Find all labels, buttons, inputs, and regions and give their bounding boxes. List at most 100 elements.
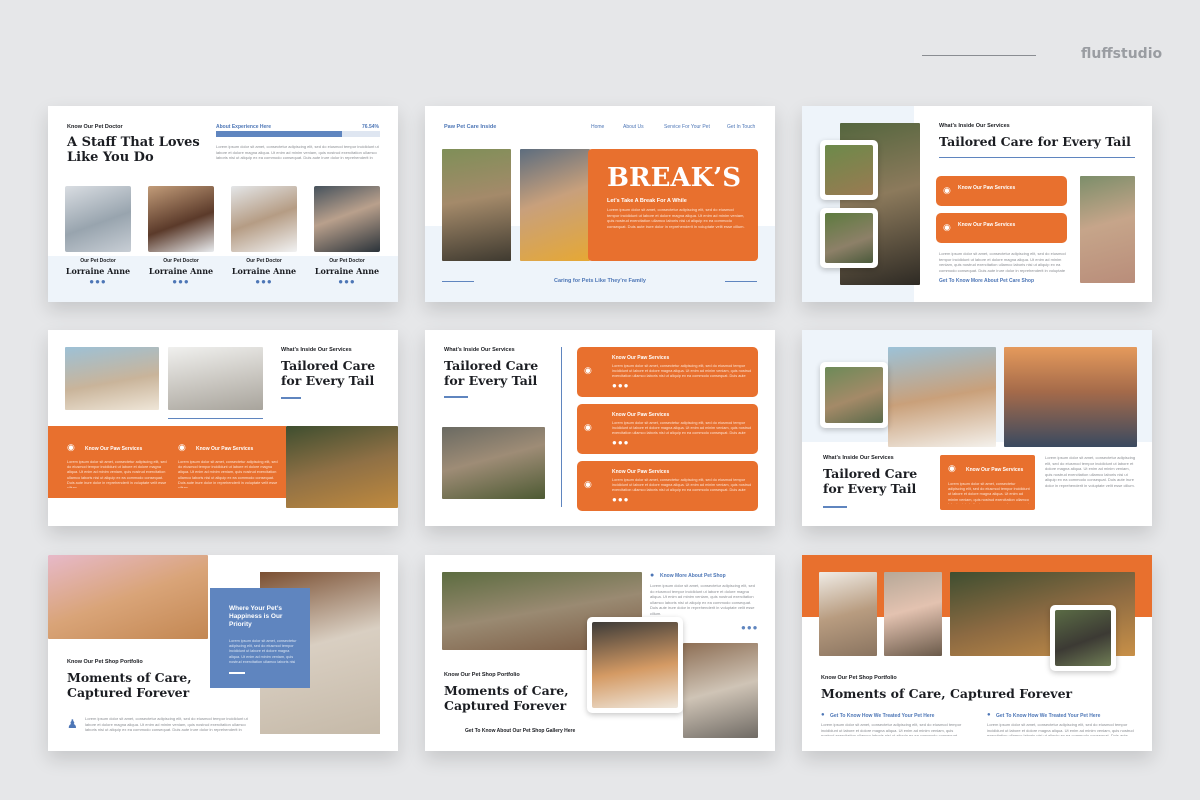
brand-divider	[922, 55, 1036, 56]
photo-girl-dog	[884, 572, 942, 656]
pet-icon: ◉	[943, 222, 951, 232]
card-title: Know Our Paw Services	[612, 355, 670, 361]
photo-dog-beach	[65, 347, 159, 410]
paw-icon: ●	[987, 712, 991, 718]
slide-portfolio-3[interactable]: Know Our Pet Shop Portfolio Moments of C…	[802, 555, 1152, 751]
highlight-body: Lorem ipsum dolor sit amet, consectetur …	[229, 639, 297, 664]
service-card[interactable]: ◉ Know Our Paw Services Lorem ipsum dolo…	[577, 347, 758, 397]
card-title: Know Our Paw Services	[196, 446, 254, 452]
treat-link[interactable]: Get To Know How We Treated Your Pet Here	[830, 713, 934, 719]
body-text: Lorem ipsum dolor sit amet, consectetur …	[650, 583, 755, 616]
more-link[interactable]: Get To Know More About Pet Care Shop	[939, 278, 1034, 284]
pagination-dots: ●●●	[612, 381, 630, 390]
title-rule	[444, 396, 468, 398]
title-rule	[823, 506, 847, 508]
doctor-photo	[231, 186, 297, 252]
slide-footer: Caring for Pets Like They’re Family	[553, 278, 646, 284]
slide-title: Moments of Care, Captured Forever	[67, 670, 192, 700]
photo-frame	[820, 362, 888, 428]
photo-dog-owner	[683, 643, 758, 738]
pagination-dots: ●●●	[89, 277, 107, 286]
hero-title: BREAK’S	[607, 163, 741, 193]
paw-icon: ●	[821, 712, 825, 718]
slide-tailored-care-3[interactable]: What’s Inside Our Services Tailored Care…	[425, 330, 775, 526]
gallery-link[interactable]: Get To Know About Our Pet Shop Gallery H…	[465, 728, 575, 734]
slide-kicker: Know Our Pet Doctor	[67, 124, 123, 130]
photo-dog-lawn	[825, 145, 873, 195]
slide-tailored-care-1[interactable]: What’s Inside Our Services Tailored Care…	[802, 106, 1152, 302]
card-title: Know Our Paw Services	[612, 412, 670, 418]
pet-icon: ◉	[178, 442, 186, 452]
doctor-name: Lorraine Anne	[314, 266, 380, 276]
slide-kicker: What’s Inside Our Services	[281, 347, 352, 353]
slide-kicker: Know Our Pet Shop Portfolio	[444, 672, 520, 678]
doctor-caption: Our Pet Doctor Lorraine Anne ●●●	[314, 258, 380, 286]
service-card[interactable]: ◉ Know Our Paw Services Lorem ipsum dolo…	[577, 461, 758, 511]
more-link[interactable]: Know More About Pet Shop	[660, 573, 726, 579]
photo-frame	[820, 140, 878, 200]
photo-frame	[820, 208, 878, 268]
highlight-rule	[229, 672, 245, 674]
service-card[interactable]: ◉ Know Our Paw Services	[936, 176, 1067, 206]
doctor-name: Lorraine Anne	[148, 266, 214, 276]
card-body: Lorem ipsum dolor sit amet, consectetur …	[67, 460, 167, 488]
nav-contact[interactable]: Get In Touch	[727, 124, 755, 130]
nav-home[interactable]: Home	[591, 124, 604, 130]
slide-staff[interactable]: Know Our Pet Doctor A Staff That Loves L…	[48, 106, 398, 302]
photo-rule	[168, 418, 263, 419]
body-text: Lorem ipsum dolor sit amet, consectetur …	[216, 144, 379, 162]
slide-title: Moments of Care, Captured Forever	[821, 686, 1073, 701]
site-title: Paw Pet Care Inside	[444, 124, 497, 130]
paw-icon: ●	[650, 572, 655, 579]
service-card[interactable]: ◉ Know Our Paw Services Lorem ipsum dolo…	[940, 455, 1035, 510]
nav-service[interactable]: Service For Your Pet	[664, 124, 710, 130]
nav-about[interactable]: About Us	[623, 124, 644, 130]
highlight-title: Where Your Pet’s Happiness is Our Priori…	[229, 605, 283, 628]
treat-link[interactable]: Get To Know How We Treated Your Pet Here	[996, 713, 1100, 719]
body-text: Lorem ipsum dolor sit amet, consectetur …	[1045, 455, 1136, 488]
doctor-name: Lorraine Anne	[65, 266, 131, 276]
doctor-role: Our Pet Doctor	[246, 258, 282, 264]
doctor-role: Our Pet Doctor	[80, 258, 116, 264]
card-title: Know Our Paw Services	[85, 446, 143, 452]
title-rule	[281, 397, 301, 399]
footer-rule	[725, 281, 757, 282]
pet-icon: ◉	[67, 442, 75, 452]
pagination-dots: ●●●	[338, 277, 356, 286]
pagination-dots: ●●●	[172, 277, 190, 286]
card-title: Know Our Paw Services	[958, 222, 1016, 228]
slide-tailored-care-2[interactable]: What’s Inside Our Services Tailored Care…	[48, 330, 398, 526]
slide-kicker: What’s Inside Our Services	[939, 123, 1010, 129]
slide-tailored-care-4[interactable]: What’s Inside Our Services Tailored Care…	[802, 330, 1152, 526]
photo-room	[819, 572, 877, 656]
person-icon: ♟	[67, 717, 78, 731]
photo-dogs-park	[825, 213, 873, 263]
photo-dog-beach	[888, 347, 996, 447]
service-card[interactable]: ◉ Know Our Paw Services	[936, 213, 1067, 243]
title-rule	[939, 157, 1135, 158]
photo-dog-garden	[1055, 610, 1111, 666]
card-title: Know Our Paw Services	[958, 185, 1016, 191]
progress-fill	[216, 131, 342, 137]
photo-woman-cat	[520, 149, 590, 261]
slide-breaks[interactable]: Paw Pet Care Inside Home About Us Servic…	[425, 106, 775, 302]
card-body: Lorem ipsum dolor sit amet, consectetur …	[612, 364, 752, 380]
slide-title: Tailored Care for Every Tail	[823, 466, 918, 496]
service-card[interactable]: ◉ Know Our Paw Services Lorem ipsum dolo…	[577, 404, 758, 454]
photo-woman-dog	[442, 149, 511, 261]
photo-woman-dog	[1080, 176, 1135, 283]
doctor-photo	[314, 186, 380, 252]
slide-portfolio-1[interactable]: Where Your Pet’s Happiness is Our Priori…	[48, 555, 398, 751]
photo-family-dog	[286, 426, 398, 508]
slide-portfolio-2[interactable]: ● Know More About Pet Shop Lorem ipsum d…	[425, 555, 775, 751]
slide-title: A Staff That Loves Like You Do	[67, 135, 200, 165]
doctor-caption: Our Pet Doctor Lorraine Anne ●●●	[231, 258, 297, 286]
slide-title: Tailored Care for Every Tail	[281, 358, 376, 388]
pagination-dots: ●●●	[612, 438, 630, 447]
doctor-photo	[148, 186, 214, 252]
photo-shiba	[48, 555, 208, 639]
progress-label: About Experience Here	[216, 124, 272, 130]
slide-title: Tailored Care for Every Tail	[444, 358, 539, 388]
photo-dogs-walk	[825, 367, 883, 423]
card-body: Lorem ipsum dolor sit amet, consectetur …	[178, 460, 278, 488]
